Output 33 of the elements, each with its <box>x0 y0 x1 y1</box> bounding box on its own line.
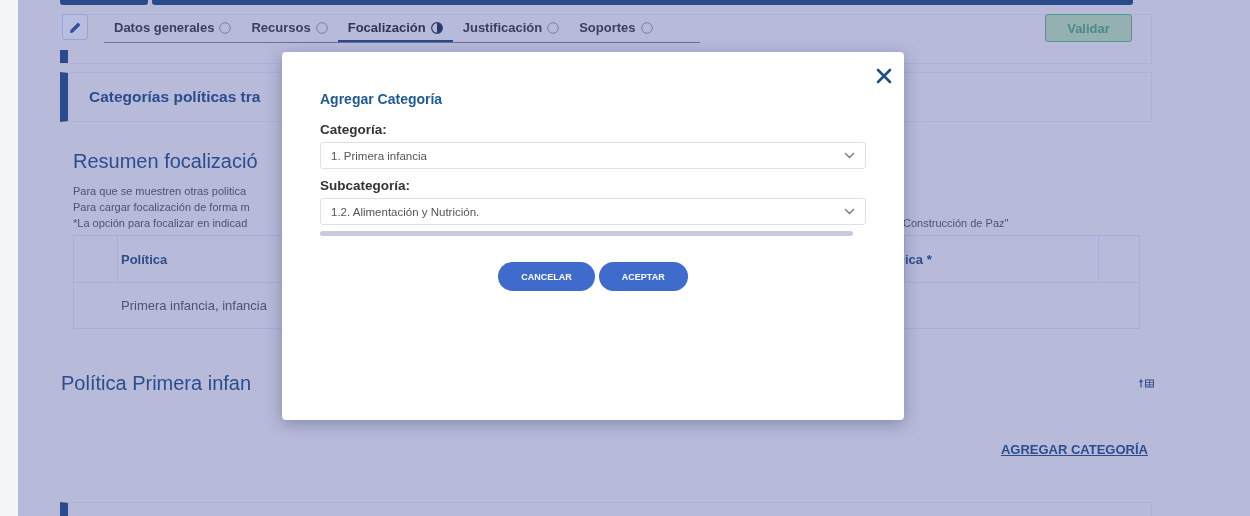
field-label: Categoría: <box>320 122 388 138</box>
note-text: Para cargar focalización de forma m <box>73 200 250 215</box>
tab[interactable]: Justificación <box>452 15 570 42</box>
field-label: Subcategoría: <box>320 178 412 194</box>
half-circle-icon <box>430 21 443 34</box>
section-marker <box>60 50 68 63</box>
dialog-button[interactable]: CANCELAR <box>498 262 595 291</box>
empty-circle-icon <box>640 21 653 34</box>
sort-table-icon[interactable] <box>1139 378 1154 388</box>
note-text: Para que se muestren otras politica <box>73 184 247 199</box>
tab[interactable]: Datos generales <box>104 15 242 42</box>
note-text: Construcción de Paz" <box>903 216 1009 231</box>
pencil-icon <box>68 20 82 34</box>
tab[interactable]: Focalización <box>337 15 453 42</box>
empty-circle-icon <box>547 21 560 34</box>
dialog-button[interactable]: ACEPTAR <box>598 262 688 291</box>
chevron-down-icon <box>844 208 855 215</box>
empty-circle-icon <box>219 21 232 34</box>
section-title: Categorías políticas tra <box>89 88 261 106</box>
empty-circle-icon <box>315 21 328 34</box>
tab[interactable]: Soportes <box>569 15 663 42</box>
note-text: *La opción para focalizar en indicad <box>73 216 248 231</box>
close-icon[interactable] <box>876 68 892 84</box>
chevron-down-icon <box>844 152 855 159</box>
select-field[interactable]: 1.2. Alimentación y Nutrición. <box>320 198 866 225</box>
policy-heading: Política Primera infan <box>61 371 252 395</box>
summary-heading: Resumen focalizació <box>73 149 258 173</box>
add-category-link[interactable]: AGREGAR CATEGORÍA <box>1000 442 1148 457</box>
select-field[interactable]: 1. Primera infancia <box>320 142 866 169</box>
tab[interactable]: Recursos <box>241 15 338 42</box>
dialog-title: Agregar Categoría <box>320 91 444 107</box>
table-cell-text: Primera infancia, infancia <box>120 297 268 315</box>
edit-button[interactable] <box>62 14 88 40</box>
